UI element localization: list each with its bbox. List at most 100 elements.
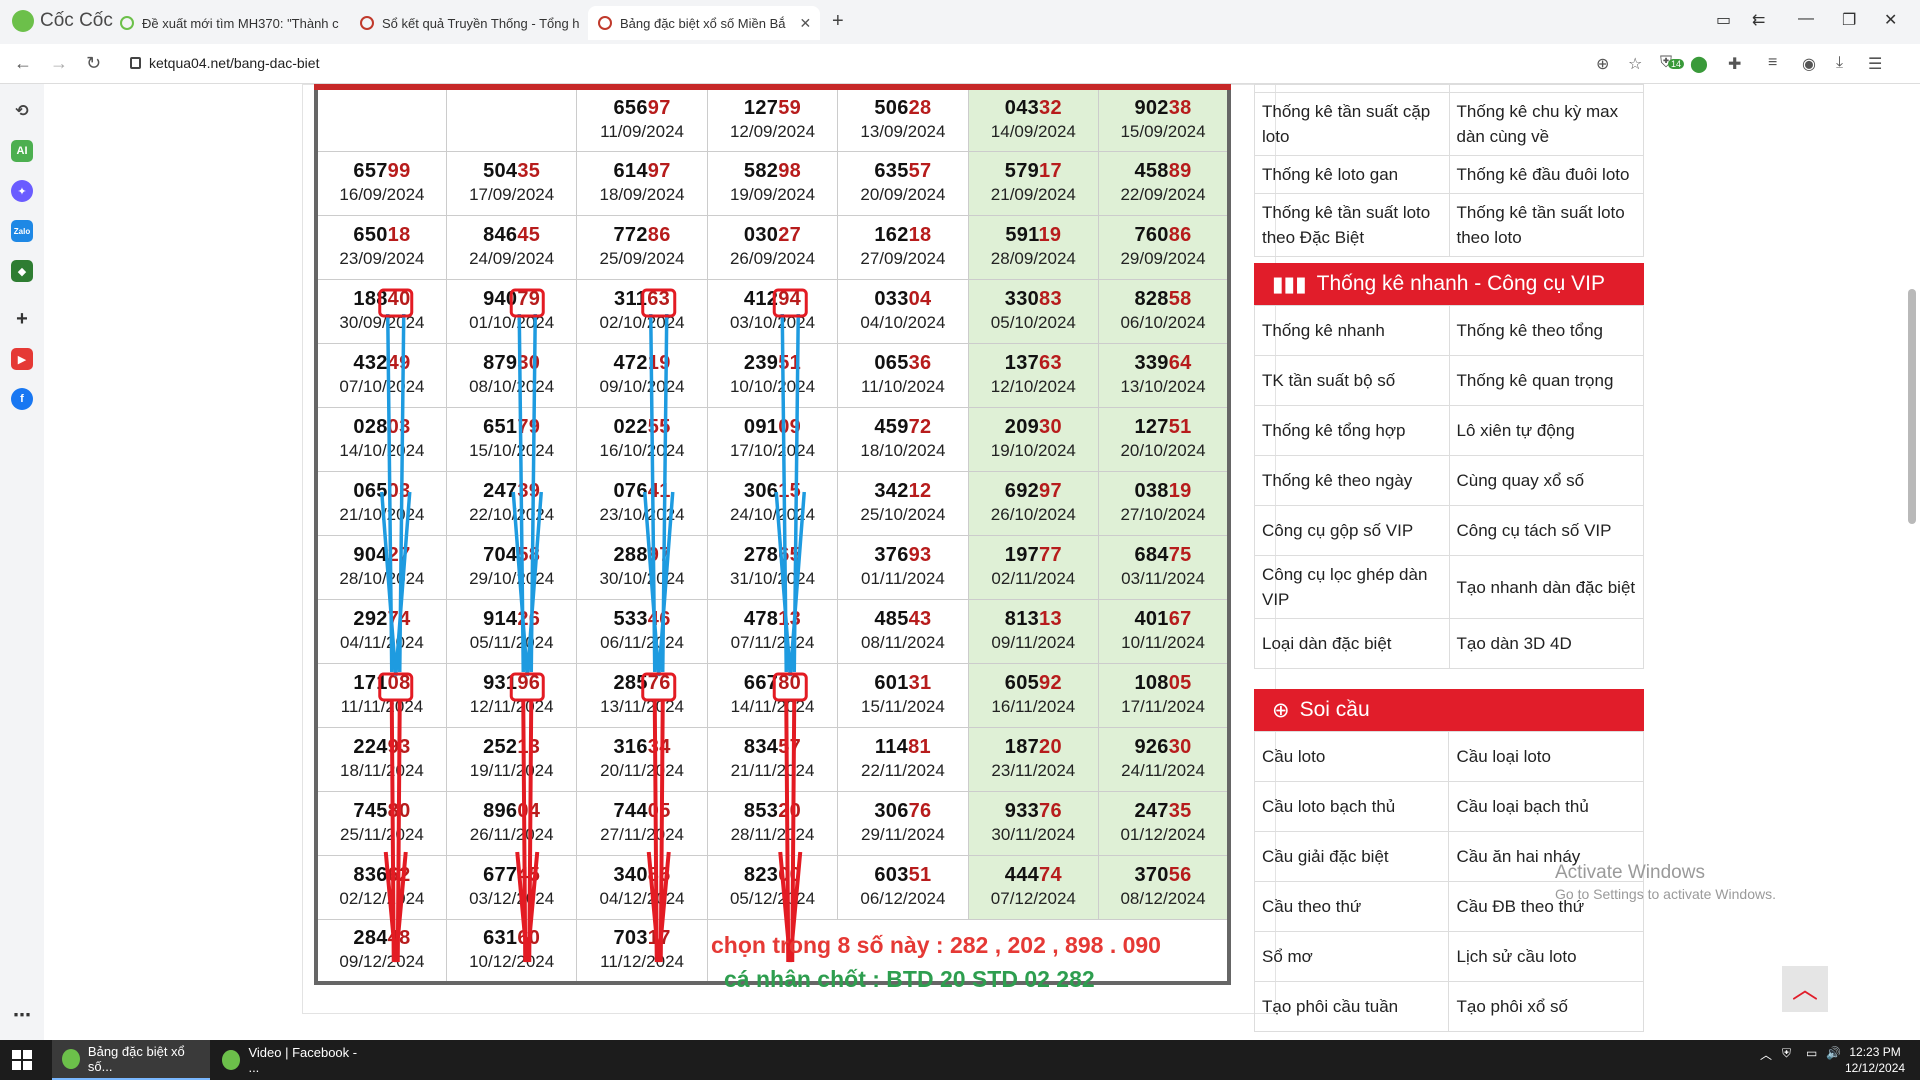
special-number[interactable]: 68475: [1099, 543, 1227, 567]
taskbar-item-coccoc[interactable]: Bảng đặc biệt xổ số...: [52, 1040, 210, 1080]
special-number[interactable]: 30615: [708, 479, 837, 503]
special-number[interactable]: 30676: [838, 799, 967, 823]
close-window-button[interactable]: ✕: [1884, 10, 1897, 30]
special-number[interactable]: 90238: [1099, 96, 1227, 120]
special-number[interactable]: 17108: [318, 671, 446, 695]
ai-icon[interactable]: AI: [11, 140, 33, 162]
special-number[interactable]: 13763: [969, 351, 1098, 375]
special-number[interactable]: 28576: [577, 671, 706, 695]
stats-link[interactable]: Thống kê tần suất cặp loto: [1254, 92, 1450, 156]
more-options-icon[interactable]: ⋯: [11, 1004, 33, 1026]
special-number[interactable]: 63160: [447, 926, 576, 950]
special-number[interactable]: 69297: [969, 479, 1098, 503]
vip-link[interactable]: Thống kê theo tổng: [1448, 305, 1644, 356]
special-number[interactable]: 63557: [838, 159, 967, 183]
special-number[interactable]: 89604: [447, 799, 576, 823]
special-number[interactable]: 24735: [1099, 799, 1227, 823]
special-number[interactable]: 74405: [577, 799, 706, 823]
stats-link[interactable]: Thống kê tần suất loto theo Đặc Biệt: [1254, 193, 1450, 257]
special-number[interactable]: 41294: [708, 287, 837, 311]
special-number[interactable]: 50435: [447, 159, 576, 183]
soi-link[interactable]: Tạo phôi cầu tuần: [1253, 981, 1450, 1032]
soi-link[interactable]: Cầu loto: [1253, 731, 1450, 782]
special-number[interactable]: 81313: [969, 607, 1098, 631]
special-number[interactable]: 43249: [318, 351, 446, 375]
special-number[interactable]: 61497: [577, 159, 706, 183]
special-number[interactable]: 44474: [969, 863, 1098, 887]
stats-link[interactable]: Thống kê chu kỳ max dàn cùng về: [1448, 92, 1644, 156]
tab-search-icon[interactable]: ▭: [1716, 10, 1731, 30]
special-number[interactable]: 59119: [969, 223, 1098, 247]
special-number[interactable]: 25213: [447, 735, 576, 759]
special-number[interactable]: 83662: [318, 863, 446, 887]
special-number[interactable]: 04332: [969, 96, 1098, 120]
special-number[interactable]: 02255: [577, 415, 706, 439]
special-number[interactable]: 74580: [318, 799, 446, 823]
vip-link[interactable]: Thống kê tổng hợp: [1254, 405, 1450, 456]
soi-link[interactable]: Tạo phôi xổ số: [1448, 981, 1644, 1032]
special-number[interactable]: 77286: [577, 223, 706, 247]
special-number[interactable]: 20930: [969, 415, 1098, 439]
special-number[interactable]: 03819: [1099, 479, 1227, 503]
special-number[interactable]: 45972: [838, 415, 967, 439]
game-icon[interactable]: ◆: [11, 260, 33, 282]
special-number[interactable]: 18840: [318, 287, 446, 311]
special-number[interactable]: 31163: [577, 287, 706, 311]
stats-link[interactable]: Thống kê loto gan: [1254, 155, 1450, 194]
stats-link[interactable]: Thống kê tần suất loto theo loto: [1448, 193, 1644, 257]
special-number[interactable]: 47813: [708, 607, 837, 631]
special-number[interactable]: 94079: [447, 287, 576, 311]
special-number[interactable]: 27865: [708, 543, 837, 567]
soi-link[interactable]: Cầu theo thứ: [1253, 881, 1450, 932]
special-number[interactable]: 82300: [708, 863, 837, 887]
special-number[interactable]: 02803: [318, 415, 446, 439]
zoom-icon[interactable]: ⊕: [1596, 54, 1609, 74]
special-number[interactable]: 28448: [318, 926, 446, 950]
extensions-puzzle-icon[interactable]: ✚: [1728, 54, 1741, 74]
special-number[interactable]: 18720: [969, 735, 1098, 759]
reload-icon[interactable]: ↻: [86, 53, 101, 74]
vip-link[interactable]: Thống kê nhanh: [1254, 305, 1450, 356]
special-number[interactable]: 45889: [1099, 159, 1227, 183]
special-number[interactable]: 70458: [447, 543, 576, 567]
special-number[interactable]: 70317: [577, 926, 706, 950]
taskbar-item-facebook[interactable]: Video | Facebook - ...: [212, 1040, 372, 1080]
special-number[interactable]: 31634: [577, 735, 706, 759]
special-number[interactable]: 48543: [838, 607, 967, 631]
special-number[interactable]: 03304: [838, 287, 967, 311]
soi-link[interactable]: Lịch sử cầu loto: [1448, 931, 1644, 982]
history-icon[interactable]: ⟲: [11, 100, 33, 122]
vip-link[interactable]: Công cụ gộp số VIP: [1254, 505, 1450, 556]
special-number[interactable]: 33964: [1099, 351, 1227, 375]
special-number[interactable]: 34212: [838, 479, 967, 503]
facebook-icon[interactable]: f: [11, 388, 33, 410]
special-number[interactable]: 91426: [447, 607, 576, 631]
messenger-icon[interactable]: ✦: [11, 180, 33, 202]
special-number[interactable]: 28897: [577, 543, 706, 567]
tab-mh370[interactable]: Đề xuất mới tìm MH370: "Thành c: [110, 6, 345, 40]
scroll-to-top-button[interactable]: ︿: [1782, 966, 1828, 1012]
special-number[interactable]: 85320: [708, 799, 837, 823]
url-field[interactable]: ketqua04.net/bang-dac-biet: [130, 55, 319, 71]
vip-link[interactable]: Lô xiên tự động: [1448, 405, 1644, 456]
special-number[interactable]: 82858: [1099, 287, 1227, 311]
download-green-icon[interactable]: ⬤: [1690, 54, 1708, 74]
special-number[interactable]: 65697: [577, 96, 706, 120]
special-number[interactable]: 29274: [318, 607, 446, 631]
special-number[interactable]: 60592: [969, 671, 1098, 695]
special-number[interactable]: 37693: [838, 543, 967, 567]
forward-arrow-icon[interactable]: →: [50, 53, 68, 74]
special-number[interactable]: 24739: [447, 479, 576, 503]
special-number[interactable]: 57917: [969, 159, 1098, 183]
restore-button[interactable]: ❐: [1842, 10, 1856, 30]
special-number[interactable]: 07641: [577, 479, 706, 503]
special-number[interactable]: 10805: [1099, 671, 1227, 695]
special-number[interactable]: 40167: [1099, 607, 1227, 631]
tray-chevron-icon[interactable]: ︿: [1760, 1046, 1772, 1063]
soi-link[interactable]: Sổ mơ: [1253, 931, 1450, 982]
special-number[interactable]: 23951: [708, 351, 837, 375]
youtube-icon[interactable]: ▶: [11, 348, 33, 370]
menu-icon[interactable]: ☰: [1868, 54, 1882, 74]
profile-icon[interactable]: ◉: [1802, 54, 1816, 74]
soi-link[interactable]: Cầu loại loto: [1448, 731, 1644, 782]
